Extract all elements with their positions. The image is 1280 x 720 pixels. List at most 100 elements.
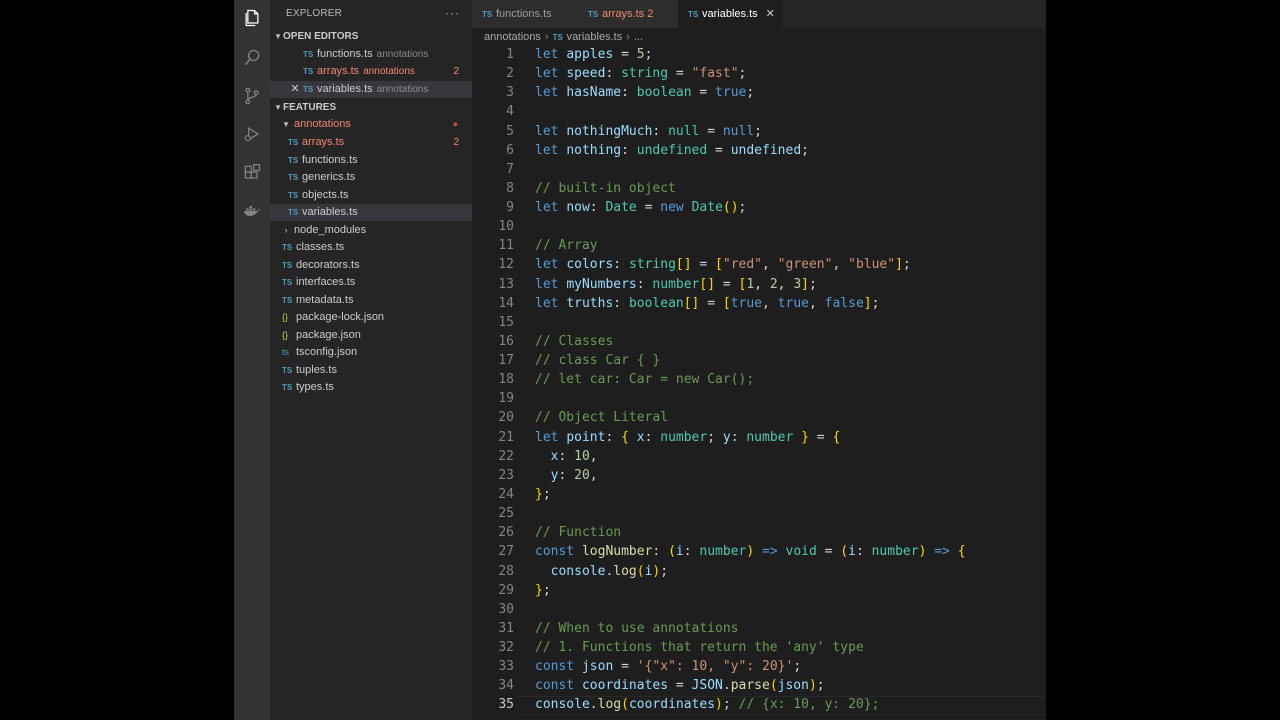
file-tree-item[interactable]: TS objects.ts (270, 187, 472, 204)
tab-functions[interactable]: TS functions.ts (472, 0, 578, 28)
extensions-icon[interactable] (234, 155, 270, 191)
line-number: 20 (498, 410, 514, 426)
code-line: const coordinates = JSON.parse(json); (535, 676, 825, 695)
folder-node-modules[interactable]: › node_modules (270, 222, 472, 239)
open-editor-item[interactable]: ✕ TS variables.ts annotations (270, 81, 472, 98)
code-line: }; (535, 581, 551, 600)
file-tree-item[interactable]: TS variables.ts (270, 204, 472, 221)
file-tree-item[interactable]: TS classes.ts (270, 239, 472, 256)
file-tree-item[interactable]: {} package.json (270, 327, 472, 344)
line-number: 33 (498, 659, 514, 675)
more-actions-icon[interactable]: ··· (445, 6, 460, 20)
code-token: logNumber (581, 544, 653, 560)
close-icon[interactable]: ✕ (287, 81, 303, 98)
run-debug-icon[interactable] (234, 116, 270, 152)
code-token: ; (746, 85, 755, 101)
code-token: ; (793, 659, 802, 675)
code-token: = (668, 66, 692, 82)
file-tree-item[interactable]: TS arrays.ts 2 (270, 134, 472, 151)
problem-count-badge: 2 (453, 66, 459, 77)
tab-variables[interactable]: TS variables.ts ✕ (678, 0, 782, 28)
file-tree-item[interactable]: TS types.ts (270, 379, 472, 396)
source-control-icon[interactable] (234, 78, 270, 114)
folder-annotations[interactable]: ▾ annotations ● (270, 116, 472, 133)
editor-area: TS functions.ts TS arrays.ts 2 TS variables… (472, 0, 1046, 720)
explorer-icon[interactable] (234, 0, 270, 36)
breadcrumb-file[interactable]: variables.ts (567, 31, 623, 43)
code-token: = (707, 142, 731, 158)
file-tree-item[interactable]: TS decorators.ts (270, 257, 472, 274)
line-number: 26 (498, 525, 514, 541)
json-file-icon: {} (282, 330, 289, 340)
explorer-sidebar: EXPLORER ··· ▾ OPEN EDITORS TS functions.t… (270, 0, 472, 720)
code-token: "red" (722, 257, 763, 273)
open-editor-item[interactable]: TS arrays.ts annotations 2 (270, 63, 472, 80)
file-tree-item[interactable]: TS tuples.ts (270, 362, 472, 379)
file-tree-item[interactable]: TS metadata.ts (270, 292, 472, 309)
code-token: ] (895, 257, 903, 273)
problem-count-badge: 2 (453, 137, 459, 148)
code-token: = (613, 659, 637, 675)
code-token: const (535, 659, 582, 675)
code-token: '{"x": 10, "y": 20}' (636, 659, 794, 675)
line-number: 31 (498, 620, 514, 636)
tsconfig-file-icon: ts (282, 347, 290, 357)
code-token: , (589, 467, 598, 483)
features-folder-header[interactable]: ▾ FEATURES (270, 99, 472, 116)
code-token: ] (863, 295, 872, 311)
code-token: log (597, 697, 622, 713)
code-token: let (535, 200, 567, 216)
code-token: : (652, 544, 669, 560)
code-token: number (652, 276, 700, 292)
breadcrumb-folder[interactable]: annotations (484, 31, 541, 43)
code-line: const json = '{"x": 10, "y": 20}'; (535, 657, 801, 676)
breadcrumb-more[interactable]: ... (634, 31, 643, 43)
code-token: ; (754, 123, 762, 139)
code-line: let speed: string = "fast"; (535, 64, 746, 83)
line-number: 6 (506, 142, 514, 158)
file-tree-item[interactable]: TS interfaces.ts (270, 274, 472, 291)
code-token: } (535, 486, 543, 502)
code-token: ) (715, 697, 723, 713)
tab-arrays[interactable]: TS arrays.ts 2 (578, 0, 678, 28)
typescript-file-icon: TS (282, 383, 293, 392)
code-token: null (722, 123, 755, 139)
code-token: number (699, 544, 747, 560)
code-token: "green" (777, 257, 833, 273)
line-number: 29 (498, 582, 514, 598)
code-token: = (636, 200, 661, 216)
file-tree-item[interactable]: {} package-lock.json (270, 309, 472, 326)
file-tree-item[interactable]: ts tsconfig.json (270, 344, 472, 361)
open-editor-item[interactable]: TS functions.ts annotations (270, 46, 472, 63)
line-number: 22 (498, 448, 514, 464)
code-token: ( (621, 697, 629, 713)
code-line: }; (535, 485, 551, 504)
code-token: Date (691, 200, 723, 216)
code-token: : (558, 448, 575, 464)
vscode-window: EXPLORER ··· ▾ OPEN EDITORS TS functions.t… (234, 0, 1046, 720)
line-number: 17 (498, 353, 514, 369)
code-token: json (581, 659, 614, 675)
open-editors-header[interactable]: ▾ OPEN EDITORS (270, 28, 472, 45)
file-tree-item[interactable]: TS generics.ts (270, 169, 472, 186)
code-token: number (871, 544, 919, 560)
search-icon[interactable] (234, 40, 270, 76)
close-icon[interactable]: ✕ (766, 0, 775, 28)
code-token: ; (660, 563, 669, 579)
code-token: myNumbers (566, 276, 637, 292)
typescript-file-icon: TS (303, 50, 314, 59)
code-token: ; (707, 429, 723, 445)
code-token: const (535, 678, 582, 694)
docker-icon[interactable] (234, 193, 270, 229)
code-token: [ (722, 295, 731, 311)
code-token: : (605, 429, 622, 445)
typescript-file-icon: TS (288, 208, 299, 217)
code-token: x (636, 429, 645, 445)
code-token: // class Car { } (535, 353, 661, 369)
code-token: 5 (636, 47, 645, 62)
file-tree-item[interactable]: TS functions.ts (270, 152, 472, 169)
